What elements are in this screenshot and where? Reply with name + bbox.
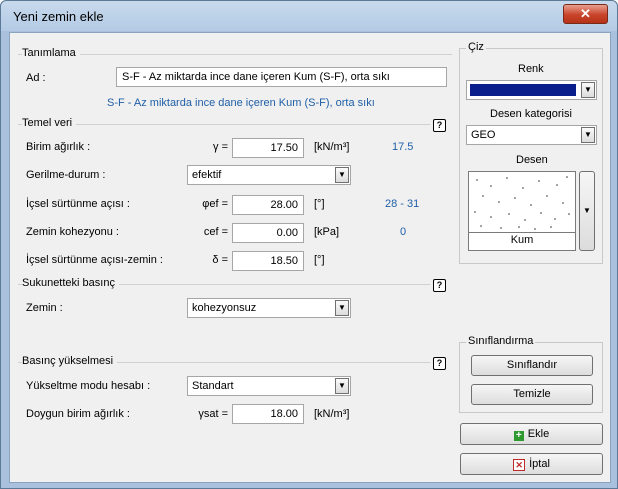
plus-icon: + [513,431,524,441]
unit-weight-hint: 17.5 [392,141,414,153]
uplift-help-icon[interactable]: ? [433,357,446,370]
color-swatch [470,84,576,96]
pattern-preview[interactable]: Kum [468,171,576,251]
sat-weight-unit: [kN/m³] [314,408,350,420]
dialog-content: Tanımlama Ad : S-F - Az miktarda ince da… [9,32,611,483]
basic-divider [18,124,430,125]
color-label: Renk [518,63,544,75]
chevron-down-icon[interactable]: ▼ [335,167,349,183]
stress-state-value: efektif [192,169,222,181]
pattern-separator [469,232,575,233]
cohesion-symbol: cef = [203,226,228,238]
pattern-category-select[interactable]: GEO ▼ [466,125,597,145]
close-button[interactable]: ✕ [563,4,608,24]
draw-group-title: Çiz [466,41,486,53]
chevron-down-icon[interactable]: ▼ [335,378,349,394]
cancel-button-label: İptal [529,458,550,470]
friction-angle-hint: 28 - 31 [385,198,420,210]
name-hint: S-F - Az miktarda ince dane içeren Kum (… [107,97,375,109]
unit-weight-symbol: γ = [213,141,228,153]
classification-group-title: Sınıflandırma [466,335,536,347]
color-select[interactable]: ▼ [466,80,597,100]
sat-weight-symbol: γsat = [198,408,228,420]
chevron-down-icon: ▼ [583,206,591,215]
uplift-mode-value: Standart [192,380,234,392]
interface-friction-unit: [°] [314,254,325,266]
rest-soil-value: kohezyonsuz [192,302,257,314]
rest-soil-select[interactable]: kohezyonsuz ▼ [187,298,351,318]
unit-weight-input[interactable]: 17.50 [232,138,304,158]
x-icon: ✕ [513,459,526,471]
sat-weight-label: Doygun birim ağırlık : [26,408,130,420]
chevron-down-icon[interactable]: ▼ [335,300,349,316]
cancel-button[interactable]: ✕ İptal [460,453,603,475]
friction-angle-symbol: φef = [202,198,228,210]
interface-friction-label: İçsel sürtünme açısı-zemin : [26,254,163,266]
pattern-category-label: Desen kategorisi [490,108,572,120]
cohesion-unit: [kPa] [314,226,340,238]
clear-button[interactable]: Temizle [471,384,593,405]
classify-button[interactable]: Sınıflandır [471,355,593,376]
interface-friction-input[interactable]: 18.50 [232,251,304,271]
name-label: Ad : [26,72,46,84]
name-input[interactable]: S-F - Az miktarda ince dane içeren Kum (… [116,67,447,87]
dialog-window: Yeni zemin ekle ✕ Tanımlama Ad : S-F - A… [0,0,618,489]
basic-help-icon[interactable]: ? [433,119,446,132]
cohesion-label: Zemin kohezyonu : [26,226,119,238]
title-bar[interactable]: Yeni zemin ekle ✕ [1,1,617,31]
pattern-label: Desen [516,154,548,166]
unit-weight-label: Birim ağırlık : [26,141,91,153]
pattern-name: Kum [510,234,534,246]
pattern-category-value: GEO [471,129,496,141]
identification-divider [18,54,452,55]
unit-weight-unit: [kN/m³] [314,141,350,153]
friction-angle-input[interactable]: 28.00 [232,195,304,215]
rest-soil-label: Zemin : [26,302,63,314]
identification-title: Tanımlama [22,47,80,59]
rest-pressure-title: Sukunetteki basınç [22,277,119,289]
uplift-mode-select[interactable]: Standart ▼ [187,376,351,396]
cohesion-hint: 0 [400,226,407,238]
sand-pattern-icon [474,176,570,230]
cohesion-input[interactable]: 0.00 [232,223,304,243]
chevron-down-icon[interactable]: ▼ [581,82,595,98]
add-button[interactable]: + Ekle [460,423,603,445]
pattern-dropdown-button[interactable]: ▼ [579,171,595,251]
add-button-label: Ekle [527,428,550,440]
stress-state-select[interactable]: efektif ▼ [187,165,351,185]
friction-angle-label: İçsel sürtünme açısı : [26,198,130,210]
rest-pressure-help-icon[interactable]: ? [433,279,446,292]
basic-title: Temel veri [22,117,77,129]
friction-angle-unit: [°] [314,198,325,210]
uplift-title: Basınç yükselmesi [22,355,118,367]
uplift-mode-label: Yükseltme modu hesabı : [26,380,151,392]
window-title: Yeni zemin ekle [13,9,104,24]
chevron-down-icon[interactable]: ▼ [581,127,595,143]
stress-state-label: Gerilme-durum : [26,169,106,181]
sat-weight-input[interactable]: 18.00 [232,404,304,424]
interface-friction-symbol: δ = [212,254,228,266]
close-icon: ✕ [580,6,591,21]
